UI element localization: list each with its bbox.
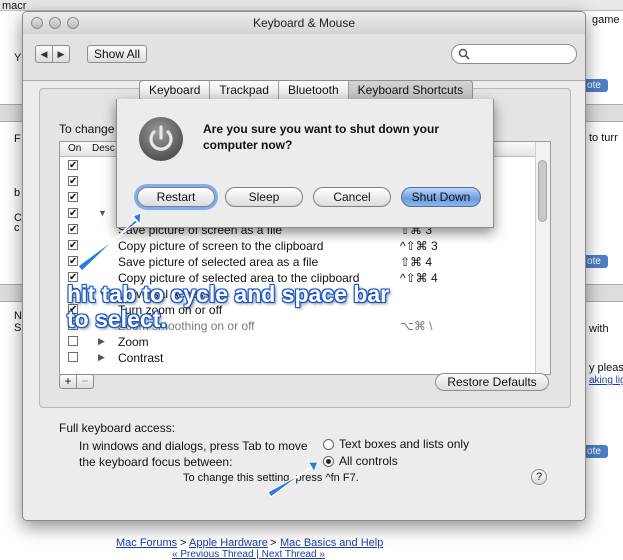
annotation-line-2: to select. [67, 306, 167, 332]
annotation-line-1: hit tab to cycle and space bar [67, 281, 390, 307]
annotation-text: hit tab to cycle and space bar to select… [67, 282, 389, 332]
arrow-to-restart-icon [77, 212, 142, 272]
arrow-to-all-controls-icon [267, 461, 319, 498]
annotation-arrows [77, 212, 319, 498]
